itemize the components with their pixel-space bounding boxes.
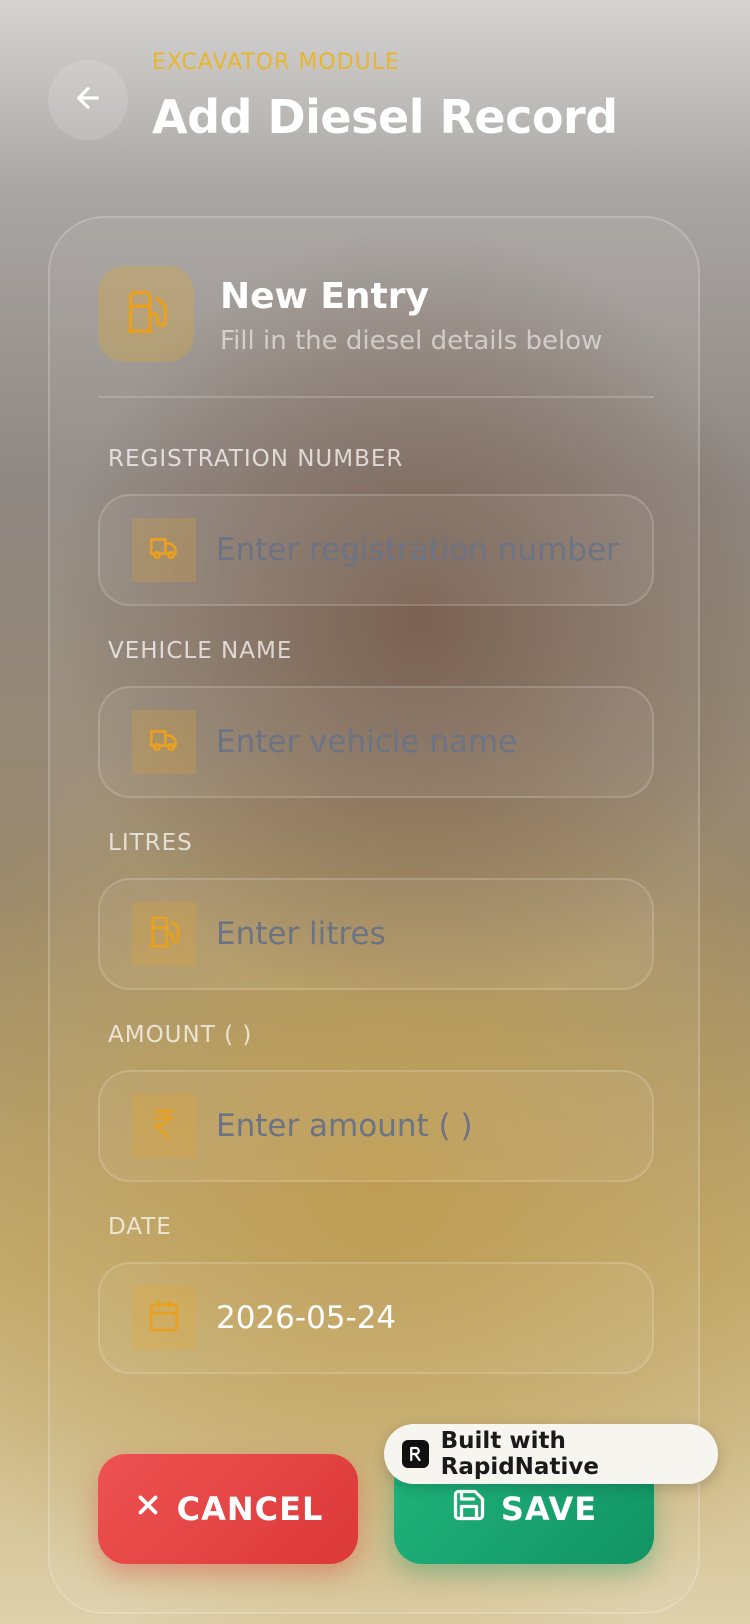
- page-title: Add Diesel Record: [152, 90, 618, 144]
- vehicle-label: VEHICLE NAME: [108, 638, 293, 664]
- registration-input[interactable]: Enter registration number: [216, 496, 636, 604]
- save-label: SAVE: [500, 1490, 598, 1528]
- divider: [98, 396, 654, 398]
- rupee-icon: [147, 1107, 181, 1145]
- litres-label: LITRES: [108, 830, 193, 856]
- field-icon-box: [132, 518, 196, 582]
- amount-field[interactable]: Enter amount ( ): [98, 1070, 654, 1182]
- vehicle-field[interactable]: Enter vehicle name: [98, 686, 654, 798]
- date-label: DATE: [108, 1214, 172, 1240]
- fuel-pump-icon: [147, 915, 181, 953]
- field-icon-box: [132, 902, 196, 966]
- field-icon-box: [132, 1094, 196, 1158]
- module-label: EXCAVATOR MODULE: [152, 50, 400, 75]
- rapidnative-logo-icon: [402, 1440, 429, 1468]
- header: EXCAVATOR MODULE Add Diesel Record: [0, 0, 750, 190]
- truck-icon: [147, 531, 181, 569]
- form-card: New Entry Fill in the diesel details bel…: [48, 216, 700, 1614]
- calendar-icon: [147, 1299, 181, 1337]
- back-button[interactable]: [48, 60, 128, 140]
- registration-label: REGISTRATION NUMBER: [108, 446, 404, 472]
- vehicle-input[interactable]: Enter vehicle name: [216, 688, 636, 796]
- field-icon-box: [132, 1286, 196, 1350]
- entry-title: New Entry: [220, 276, 429, 317]
- fuel-pump-icon: [123, 289, 169, 339]
- cancel-button[interactable]: CANCEL: [98, 1454, 358, 1564]
- entry-subtitle: Fill in the diesel details below: [220, 326, 603, 356]
- cancel-label: CANCEL: [176, 1490, 324, 1528]
- amount-label: AMOUNT ( ): [108, 1022, 253, 1048]
- truck-icon: [147, 723, 181, 761]
- litres-field[interactable]: Enter litres: [98, 878, 654, 990]
- field-icon-box: [132, 710, 196, 774]
- registration-field[interactable]: Enter registration number: [98, 494, 654, 606]
- arrow-left-icon: [72, 82, 104, 118]
- badge-text: Built with RapidNative: [440, 1428, 599, 1480]
- built-with-badge[interactable]: Built with RapidNative: [384, 1424, 718, 1484]
- date-field[interactable]: 2026-05-24: [98, 1262, 654, 1374]
- litres-input[interactable]: Enter litres: [216, 880, 636, 988]
- save-icon: [451, 1487, 487, 1531]
- amount-input[interactable]: Enter amount ( ): [216, 1072, 636, 1180]
- entry-icon-box: [98, 266, 194, 362]
- date-input[interactable]: 2026-05-24: [216, 1264, 636, 1372]
- close-icon: [133, 1490, 163, 1528]
